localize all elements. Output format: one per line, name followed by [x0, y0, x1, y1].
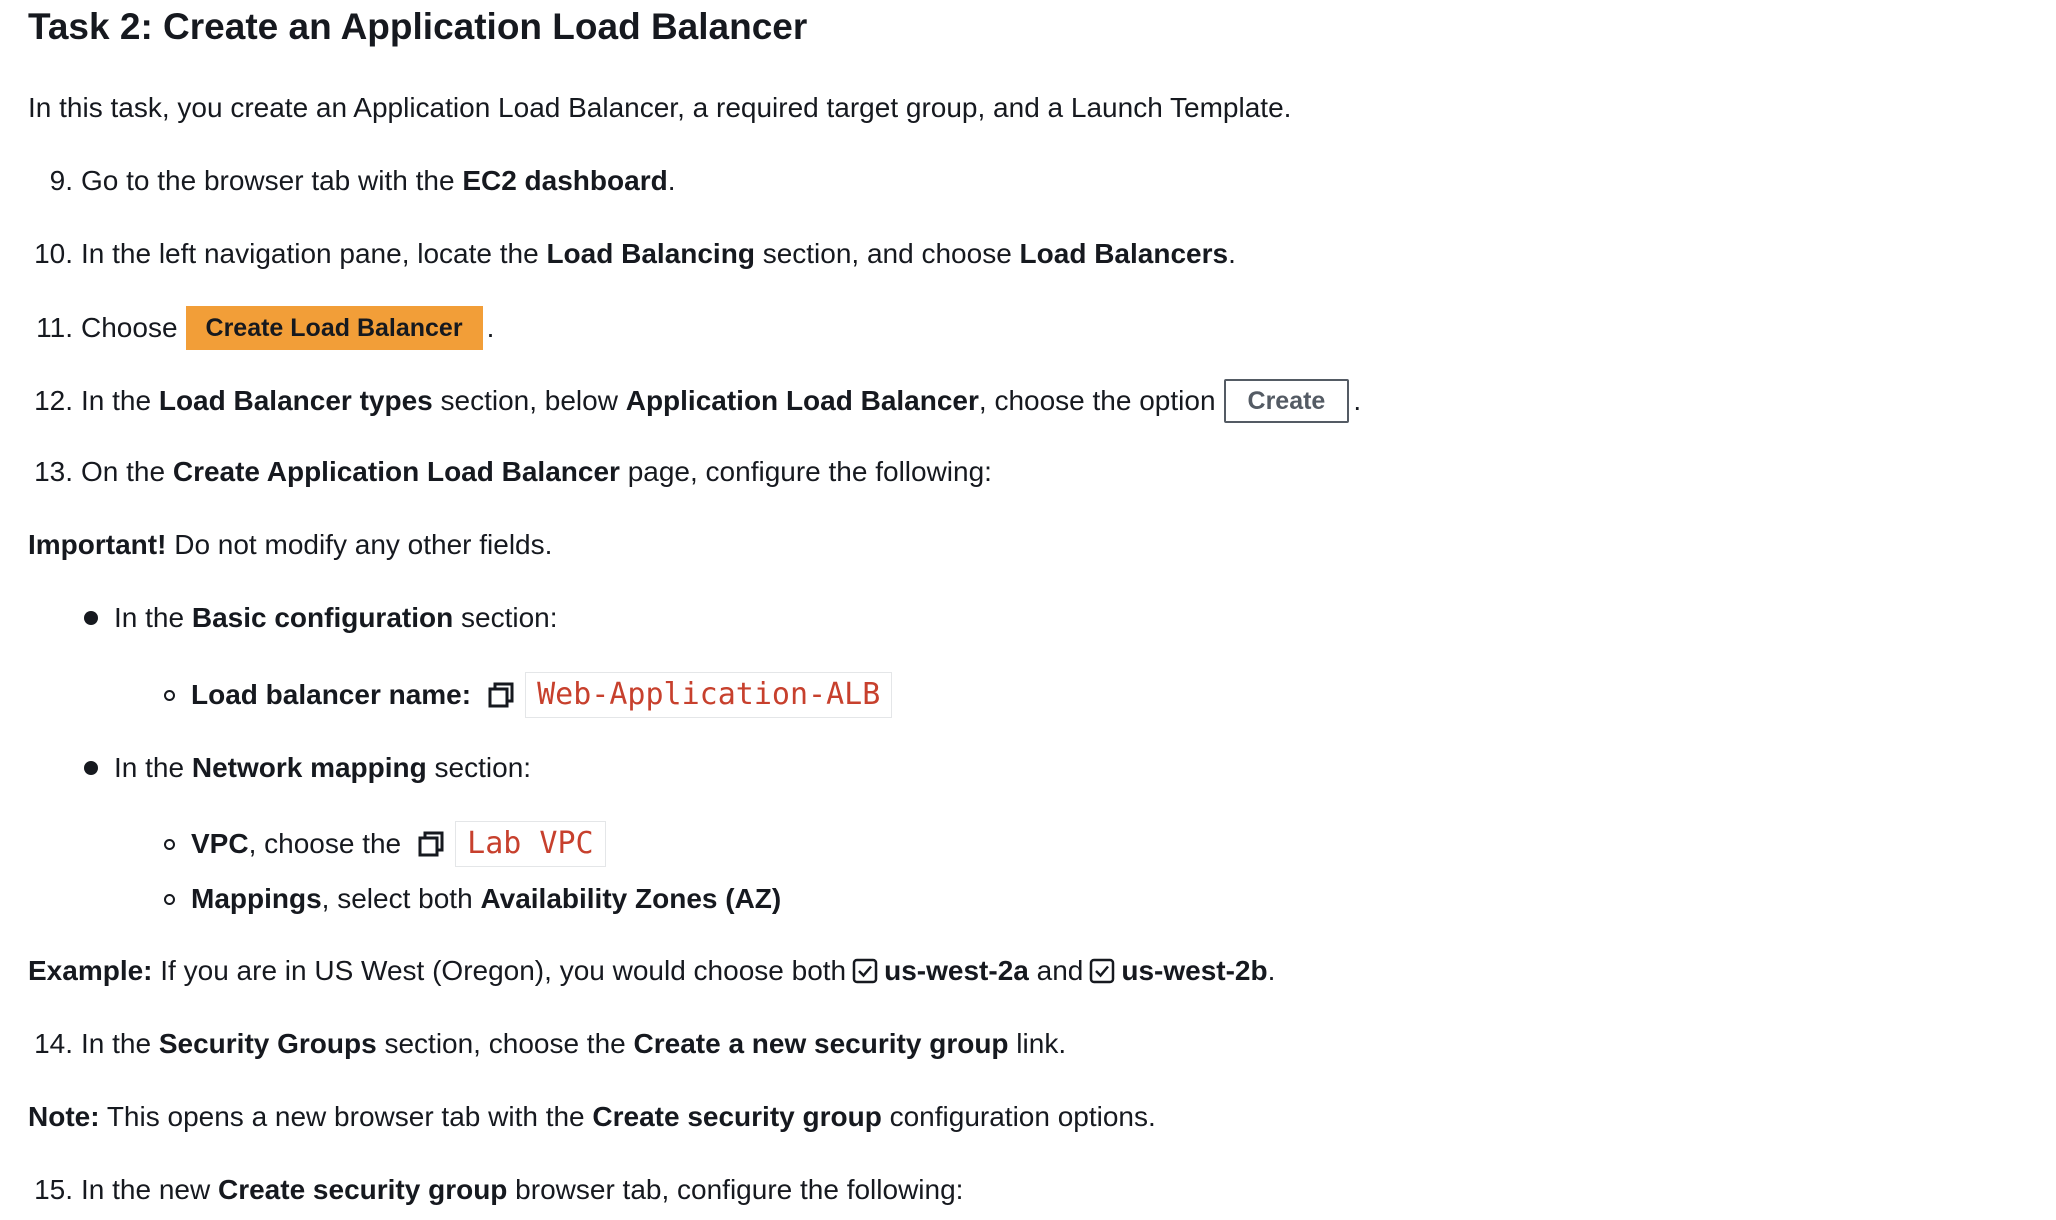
task-intro: In this task, you create an Application …	[28, 88, 1291, 128]
sub-bullet-load-balancer-name: Load balancer name: Web-Application-ALB	[164, 672, 893, 718]
step-bold: Create Application Load Balancer	[172, 456, 620, 487]
note-text: configuration options.	[881, 1101, 1156, 1132]
field-text: , choose the	[248, 828, 402, 859]
important-text: Do not modify any other fields.	[166, 529, 553, 560]
bullet-network-mapping: In the Network mapping section:	[84, 748, 531, 788]
create-button[interactable]: Create	[1223, 379, 1350, 423]
step-bold: Load Balancer types	[158, 385, 433, 416]
example-text: and	[1028, 955, 1084, 986]
step-15: 15. In the new Create security group bro…	[0, 1170, 963, 1210]
step-text: link.	[1008, 1028, 1067, 1059]
step-bold: Create security group	[217, 1174, 508, 1205]
vpc-code: Lab VPC	[455, 821, 606, 867]
task-title: Task 2: Create an Application Load Balan…	[28, 6, 808, 47]
step-text: browser tab, configure the following:	[507, 1174, 964, 1205]
important-label: Important!	[28, 529, 167, 560]
load-balancer-name-code: Web-Application-ALB	[525, 672, 893, 718]
step-bold: EC2 dashboard	[462, 165, 668, 196]
step-text: page, configure the following:	[619, 456, 992, 487]
bullet-text: In the	[114, 602, 192, 633]
lab-instructions-page: Task 2: Create an Application Load Balan…	[0, 0, 2056, 1220]
create-load-balancer-button[interactable]: Create Load Balancer	[185, 306, 483, 350]
step-14: 14. In the Security Groups section, choo…	[0, 1024, 1066, 1064]
step-number: 9.	[49, 165, 73, 196]
step-text: section, choose the	[376, 1028, 634, 1059]
step-text: In the new	[81, 1174, 218, 1205]
step-text: Go to the browser tab with the	[81, 165, 463, 196]
example-text: .	[1267, 955, 1276, 986]
example-note: Example: If you are in US West (Oregon),…	[28, 951, 1275, 991]
note-text: This opens a new browser tab with the	[99, 1101, 593, 1132]
checkbox-checked-icon	[852, 958, 878, 984]
step-text: On the	[81, 456, 173, 487]
step-text: , choose the option	[978, 385, 1216, 416]
step-text: section, below	[432, 385, 626, 416]
step-bold: Security Groups	[158, 1028, 377, 1059]
copy-icon[interactable]	[487, 681, 515, 709]
field-label: Load balancer name:	[191, 679, 472, 710]
bullet-text: section:	[453, 602, 558, 633]
step-number: 11.	[36, 312, 73, 343]
step-12: 12. In the Load Balancer types section, …	[0, 379, 1361, 423]
bullet-icon	[84, 761, 98, 775]
example-label: Example:	[28, 955, 153, 986]
bullet-basic-configuration: In the Basic configuration section:	[84, 598, 558, 638]
step-9: 9. Go to the browser tab with the EC2 da…	[0, 161, 676, 201]
step-text: In the	[81, 1028, 159, 1059]
step-bold: Load Balancers	[1019, 238, 1229, 269]
step-text: .	[1228, 238, 1236, 269]
field-bold: Availability Zones (AZ)	[480, 883, 782, 914]
copy-icon[interactable]	[417, 830, 445, 858]
circle-bullet-icon	[164, 838, 175, 850]
step-number: 10.	[34, 238, 73, 269]
step-13: 13. On the Create Application Load Balan…	[0, 452, 992, 492]
bullet-text: In the	[114, 752, 192, 783]
note-bold: Create security group	[592, 1101, 882, 1132]
step-text: .	[1353, 385, 1362, 416]
step-number: 13.	[34, 456, 73, 487]
example-text: If you are in US West (Oregon), you woul…	[152, 955, 847, 986]
step-bold: Load Balancing	[546, 238, 755, 269]
circle-bullet-icon	[164, 893, 175, 905]
intro-text: In this task, you create an Application …	[28, 92, 1292, 123]
field-text: , select both	[321, 883, 481, 914]
bullet-text: section:	[426, 752, 532, 783]
circle-bullet-icon	[164, 689, 175, 701]
note-label: Note:	[28, 1101, 100, 1132]
step-11: 11. Choose Create Load Balancer .	[0, 306, 494, 350]
bullet-bold: Network mapping	[191, 752, 427, 783]
step-number: 14.	[34, 1028, 73, 1059]
note: Note: This opens a new browser tab with …	[28, 1097, 1156, 1137]
sub-bullet-mappings: Mappings , select both Availability Zone…	[164, 879, 781, 919]
field-label: VPC	[191, 828, 249, 859]
step-number: 15.	[34, 1174, 73, 1205]
checkbox-checked-icon	[1089, 958, 1115, 984]
step-text: .	[667, 165, 676, 196]
field-label: Mappings	[191, 883, 322, 914]
step-text: Choose	[81, 312, 178, 343]
az-option-b: us-west-2b	[1121, 955, 1268, 986]
bullet-bold: Basic configuration	[191, 602, 454, 633]
step-number: 12.	[34, 385, 73, 416]
step-text: .	[486, 312, 495, 343]
step-bold: Application Load Balancer	[625, 385, 979, 416]
bullet-icon	[84, 611, 98, 625]
step-text: In the left navigation pane, locate the	[81, 238, 547, 269]
step-bold: Create a new security group	[633, 1028, 1009, 1059]
sub-bullet-vpc: VPC , choose the Lab VPC	[164, 821, 606, 867]
step-text: In the	[81, 385, 159, 416]
step-text: section, and choose	[754, 238, 1020, 269]
step-10: 10. In the left navigation pane, locate …	[0, 234, 1236, 274]
az-option-a: us-west-2a	[884, 955, 1029, 986]
important-note: Important! Do not modify any other field…	[28, 525, 552, 565]
